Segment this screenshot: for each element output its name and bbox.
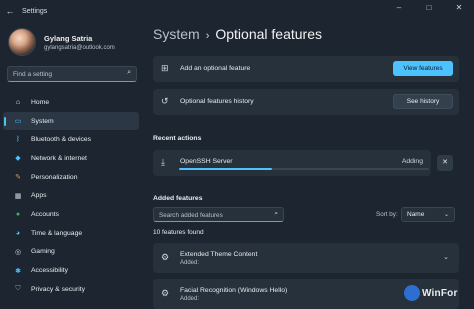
feature-name: Extended Theme Content bbox=[180, 251, 258, 258]
window-controls: – □ ✕ bbox=[384, 0, 474, 22]
feature-added-label: Added: bbox=[180, 260, 200, 266]
home-icon: ⌂ bbox=[15, 98, 21, 106]
progress-bar bbox=[179, 168, 429, 170]
watermark: WinFor bbox=[400, 282, 474, 305]
sidebar-item-home[interactable]: ⌂ Home bbox=[3, 93, 139, 112]
maximize-icon[interactable]: □ bbox=[414, 0, 444, 22]
added-features-search[interactable]: ⌕ bbox=[153, 207, 284, 222]
sort-select[interactable]: Name ⌄ bbox=[401, 207, 455, 222]
sidebar-item-accounts[interactable]: ● Accounts bbox=[3, 205, 139, 224]
breadcrumb-current: Optional features bbox=[215, 26, 322, 42]
sidebar-item-privacy-security[interactable]: ⛉ Privacy & security bbox=[3, 280, 139, 299]
add-feature-icon: ⊞ bbox=[161, 63, 169, 73]
person-icon: ● bbox=[15, 210, 21, 218]
add-feature-label: Add an optional feature bbox=[180, 65, 251, 72]
breadcrumb-system[interactable]: System bbox=[153, 26, 200, 42]
added-features-search-input[interactable] bbox=[159, 210, 264, 220]
cancel-action-button[interactable]: ✕ bbox=[437, 155, 453, 171]
puzzle-icon: ⚙ bbox=[161, 252, 170, 262]
recent-action-item: ⤓ OpenSSH Server Adding bbox=[153, 150, 431, 176]
shield-icon: ⛉ bbox=[15, 285, 21, 293]
sidebar-item-personalization[interactable]: ✎ Personalization bbox=[3, 168, 139, 187]
sidebar-item-label: Home bbox=[31, 98, 50, 106]
brush-icon: ✎ bbox=[15, 174, 21, 182]
sidebar-item-label: Time & language bbox=[31, 229, 83, 237]
minimize-icon[interactable]: – bbox=[384, 0, 414, 22]
puzzle-icon: ⚙ bbox=[161, 288, 170, 298]
feature-item[interactable]: ⚙ Extended Theme Content Added: ⌄ bbox=[153, 243, 459, 273]
sidebar-item-label: Bluetooth & devices bbox=[31, 136, 92, 144]
recent-action-name: OpenSSH Server bbox=[180, 158, 233, 165]
sidebar: Gylang Satria gylangsatria@outlook.com ⌕… bbox=[0, 22, 142, 305]
view-features-button[interactable]: View features bbox=[393, 61, 453, 76]
sidebar-item-accessibility[interactable]: ✱ Accessibility bbox=[3, 261, 139, 280]
feature-added-label: Added: bbox=[180, 296, 200, 302]
back-arrow-icon[interactable]: ← bbox=[0, 6, 20, 16]
sidebar-item-time-language[interactable]: ◕ Time & language bbox=[3, 224, 139, 243]
sidebar-item-network-internet[interactable]: ◆ Network & internet bbox=[3, 149, 139, 168]
gamepad-icon: ◎ bbox=[14, 248, 22, 256]
feature-name: Facial Recognition (Windows Hello) bbox=[180, 287, 288, 294]
sidebar-nav: ⌂ Home ▭ System ᛒ Bluetooth & devices ◆ Network… bbox=[3, 93, 139, 299]
wifi-icon: ◆ bbox=[15, 155, 21, 163]
download-icon: ⤓ bbox=[161, 157, 165, 167]
sidebar-item-bluetooth-devices[interactable]: ᛒ Bluetooth & devices bbox=[3, 130, 139, 149]
add-feature-card: ⊞ Add an optional feature View features bbox=[153, 56, 459, 82]
find-setting-search[interactable]: ⌕ bbox=[7, 66, 137, 82]
sidebar-item-label: Gaming bbox=[31, 248, 55, 256]
globe-icon: ◕ bbox=[15, 229, 21, 237]
user-profile[interactable]: Gylang Satria gylangsatria@outlook.com bbox=[8, 28, 115, 56]
history-label: Optional features history bbox=[180, 98, 254, 105]
history-icon: ↺ bbox=[161, 96, 169, 106]
see-history-button[interactable]: See history bbox=[393, 94, 453, 109]
watermark-text: WinFor bbox=[422, 288, 458, 299]
sidebar-item-label: Accounts bbox=[31, 210, 59, 218]
search-icon[interactable]: ⌕ bbox=[274, 210, 278, 218]
sidebar-item-label: Privacy & security bbox=[31, 285, 86, 293]
close-icon[interactable]: ✕ bbox=[444, 0, 474, 22]
chevron-down-icon[interactable]: ⌄ bbox=[443, 253, 449, 261]
features-count: 10 features found bbox=[153, 229, 204, 236]
profile-name: Gylang Satria bbox=[44, 33, 93, 43]
sort-by-label: Sort by: bbox=[376, 211, 398, 218]
history-card: ↺ Optional features history See history bbox=[153, 89, 459, 115]
profile-email: gylangsatria@outlook.com bbox=[44, 44, 115, 51]
sidebar-item-label: Network & internet bbox=[31, 154, 87, 162]
progress-fill bbox=[179, 168, 272, 170]
sidebar-item-label: System bbox=[31, 117, 54, 125]
search-icon[interactable]: ⌕ bbox=[127, 69, 131, 77]
bluetooth-icon: ᛒ bbox=[15, 136, 21, 144]
sidebar-item-gaming[interactable]: ◎ Gaming bbox=[3, 243, 139, 262]
chevron-down-icon: ⌄ bbox=[443, 212, 449, 218]
monitor-icon: ▭ bbox=[14, 118, 22, 126]
accessibility-icon: ✱ bbox=[15, 267, 21, 275]
added-features-heading: Added features bbox=[153, 195, 203, 202]
page-title: System › Optional features bbox=[153, 26, 322, 42]
sidebar-item-label: Personalization bbox=[31, 173, 78, 181]
recent-action-status: Adding bbox=[401, 158, 423, 165]
find-setting-input[interactable] bbox=[13, 69, 118, 80]
window-title: Settings bbox=[22, 7, 48, 15]
sidebar-item-apps[interactable]: ▦ Apps bbox=[3, 186, 139, 205]
watermark-logo-icon bbox=[404, 285, 420, 301]
breadcrumb-separator-icon: › bbox=[205, 30, 210, 42]
sidebar-item-system[interactable]: ▭ System bbox=[3, 111, 139, 131]
sidebar-item-label: Apps bbox=[31, 192, 47, 200]
apps-icon: ▦ bbox=[14, 192, 22, 200]
recent-actions-heading: Recent actions bbox=[153, 135, 202, 142]
avatar[interactable] bbox=[8, 28, 36, 56]
sidebar-item-label: Accessibility bbox=[31, 267, 69, 275]
sort-value: Name bbox=[407, 211, 425, 218]
